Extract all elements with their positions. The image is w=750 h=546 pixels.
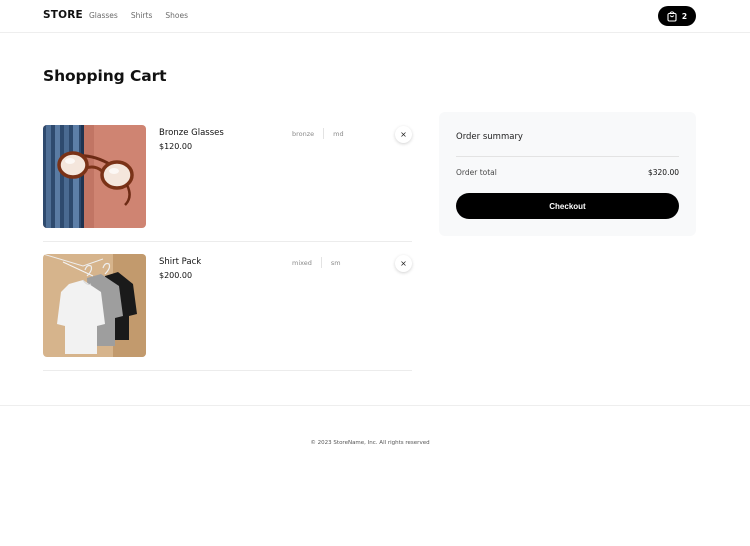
summary-divider xyxy=(456,156,679,157)
summary-title: Order summary xyxy=(456,132,523,142)
item-price: $200.00 xyxy=(159,271,193,280)
close-icon: × xyxy=(400,258,407,268)
item-color: mixed xyxy=(292,258,312,267)
main-nav: Glasses Shirts Shoes xyxy=(89,11,188,20)
close-icon: × xyxy=(400,129,407,139)
item-size: md xyxy=(333,129,344,138)
remove-item-button[interactable]: × xyxy=(395,126,412,143)
shopping-bag-icon xyxy=(667,10,677,22)
page-title: Shopping Cart xyxy=(43,67,167,85)
product-image-shirts[interactable] xyxy=(43,254,146,357)
item-color: bronze xyxy=(292,129,315,138)
item-name[interactable]: Shirt Pack xyxy=(159,257,201,267)
nav-link-glasses[interactable]: Glasses xyxy=(89,11,118,20)
item-attributes: bronze md xyxy=(292,128,344,139)
site-header: STORE Glasses Shirts Shoes 2 xyxy=(0,0,750,33)
cart-item: Shirt Pack $200.00 mixed sm × xyxy=(43,254,412,371)
order-summary: Order summary Order total $320.00 Checko… xyxy=(439,112,696,236)
remove-item-button[interactable]: × xyxy=(395,255,412,272)
item-size: sm xyxy=(330,258,341,267)
order-total-value: $320.00 xyxy=(647,168,679,177)
nav-link-shirts[interactable]: Shirts xyxy=(131,11,153,20)
cart-count-badge: 2 xyxy=(681,11,688,21)
cart-button[interactable]: 2 xyxy=(658,6,696,26)
copyright-text: © 2023 StoreName, Inc. All rights reserv… xyxy=(310,440,430,446)
store-logo[interactable]: STORE xyxy=(43,9,83,21)
order-total-label: Order total xyxy=(456,168,497,177)
cart-item: Bronze Glasses $120.00 bronze md × xyxy=(43,125,412,242)
nav-link-shoes[interactable]: Shoes xyxy=(165,11,188,20)
item-attributes: mixed sm xyxy=(292,257,341,268)
attribute-divider xyxy=(320,257,322,268)
item-price: $120.00 xyxy=(159,142,193,151)
item-name[interactable]: Bronze Glasses xyxy=(159,128,224,138)
checkout-button[interactable]: Checkout xyxy=(456,193,679,219)
site-footer: © 2023 StoreName, Inc. All rights reserv… xyxy=(0,405,750,546)
product-image-glasses[interactable] xyxy=(43,125,146,228)
attribute-divider xyxy=(323,128,325,139)
